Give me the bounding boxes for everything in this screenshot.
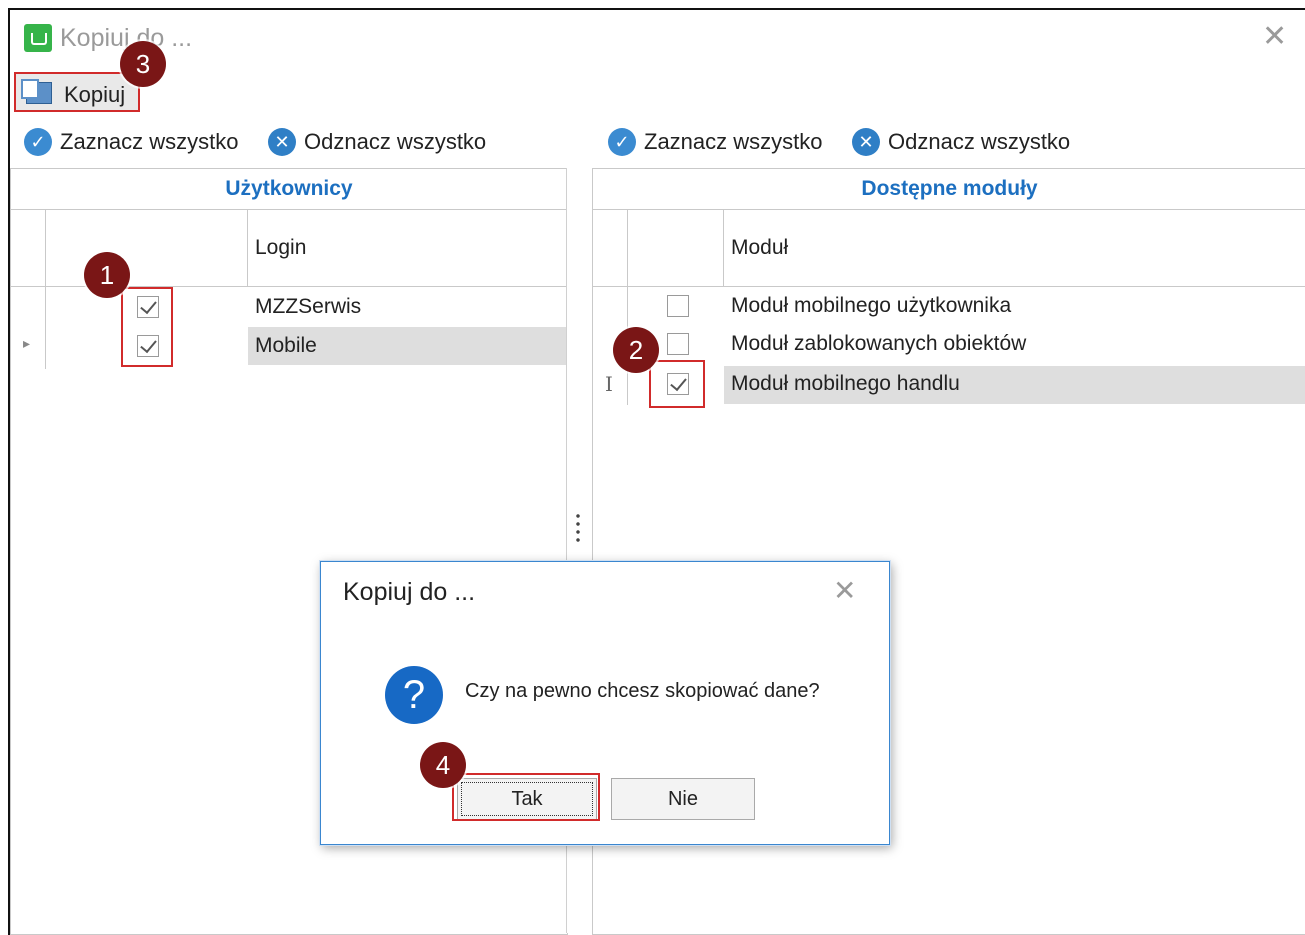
no-button[interactable]: Nie <box>611 778 755 820</box>
module-checkbox[interactable] <box>667 333 689 355</box>
login-column-label: Login <box>255 236 307 259</box>
x-circle-icon: ✕ <box>268 128 296 156</box>
question-icon: ? <box>385 666 443 724</box>
yes-button-highlight <box>452 773 600 821</box>
text-cursor-icon: I <box>605 372 613 396</box>
right-deselect-all-label: Odznacz wszystko <box>888 129 1071 154</box>
step-badge-2: 2 <box>613 327 659 373</box>
table-row[interactable]: ▸ Mobile <box>11 327 567 365</box>
left-deselect-all-label: Odznacz wszystko <box>304 129 487 154</box>
users-panel-header: Użytkownicy <box>11 169 567 210</box>
copy-button-label: Kopiuj <box>64 82 126 107</box>
right-select-all-button[interactable]: ✓ Zaznacz wszystko <box>608 128 823 156</box>
step-badge-4: 4 <box>420 742 466 788</box>
check-circle-icon: ✓ <box>24 128 52 156</box>
module-checkbox-highlight <box>649 360 705 408</box>
confirm-dialog: Kopiuj do ... ✕ ? Czy na pewno chcesz sk… <box>320 561 890 845</box>
modules-panel-header: Dostępne moduły <box>593 169 1305 210</box>
dialog-close-icon[interactable]: ✕ <box>833 574 856 607</box>
row-pointer-icon: ▸ <box>23 335 31 351</box>
left-select-all-button[interactable]: ✓ Zaznacz wszystko <box>24 128 239 156</box>
module-name: Moduł mobilnego użytkownika <box>731 294 1012 317</box>
step-badge-3: 3 <box>120 41 166 87</box>
users-checkbox-highlight <box>121 287 173 367</box>
left-select-all-label: Zaznacz wszystko <box>60 129 239 154</box>
module-name: Moduł mobilnego handlu <box>731 372 960 395</box>
app-basket-icon <box>24 24 52 52</box>
right-deselect-all-button[interactable]: ✕ Odznacz wszystko <box>852 128 1070 156</box>
user-login: MZZSerwis <box>255 295 362 318</box>
step-badge-1: 1 <box>84 252 130 298</box>
table-row[interactable]: Moduł mobilnego użytkownika <box>593 287 1305 325</box>
table-row[interactable]: Moduł zablokowanych obiektów <box>593 326 1305 364</box>
dialog-title: Kopiuj do ... <box>343 578 476 606</box>
dialog-message: Czy na pewno chcesz skopiować dane? <box>465 680 820 702</box>
close-icon[interactable]: ✕ <box>1262 22 1287 52</box>
left-deselect-all-button[interactable]: ✕ Odznacz wszystko <box>268 128 486 156</box>
module-name: Moduł zablokowanych obiektów <box>731 332 1027 355</box>
copy-icon <box>21 79 52 104</box>
module-column-label: Moduł <box>731 236 789 259</box>
module-checkbox[interactable] <box>667 295 689 317</box>
modules-column-header: Moduł <box>593 210 1305 287</box>
user-login: Mobile <box>255 334 317 357</box>
check-circle-icon: ✓ <box>608 128 636 156</box>
splitter-grip-icon[interactable] <box>576 512 580 546</box>
right-select-all-label: Zaznacz wszystko <box>644 129 823 154</box>
copy-button[interactable]: Kopiuj <box>14 72 140 112</box>
x-circle-icon: ✕ <box>852 128 880 156</box>
